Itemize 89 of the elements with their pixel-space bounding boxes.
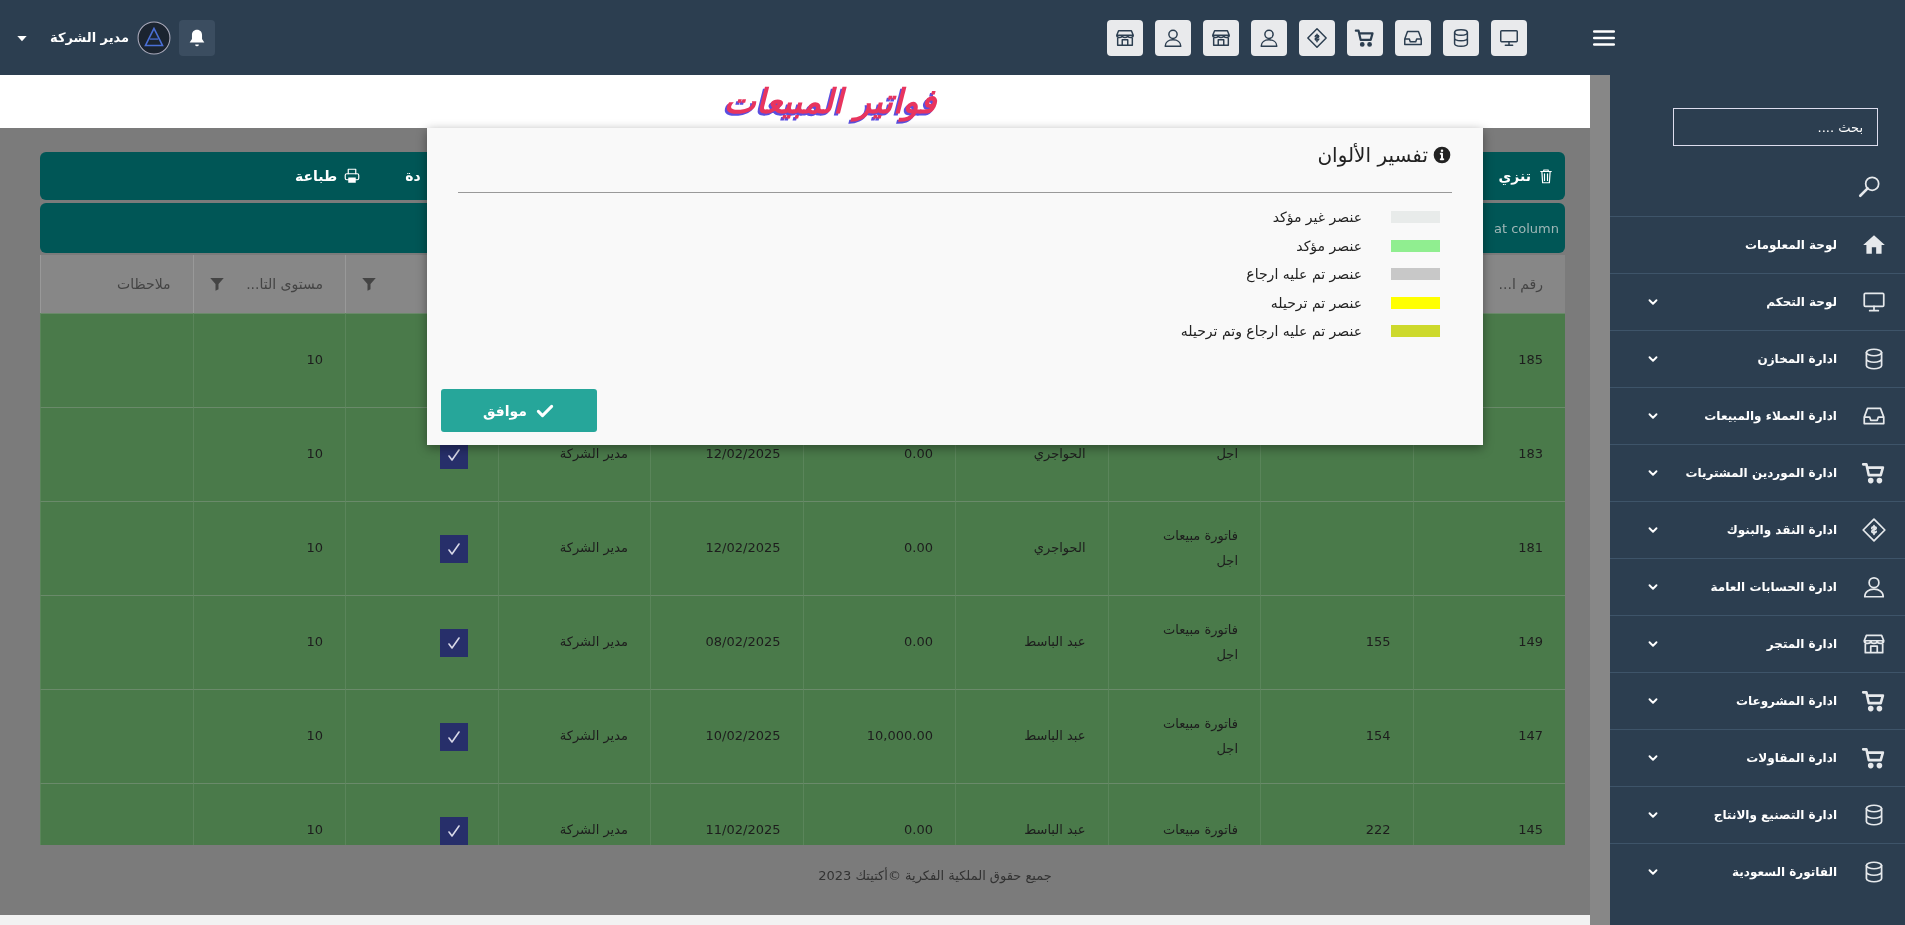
table-cell: مدير الشركة <box>497 689 650 783</box>
shortcut-button[interactable] <box>1251 19 1287 56</box>
legend-label: عنصر غير مؤكد <box>1272 209 1362 226</box>
table-cell: فاتورة مبيعات اجل <box>1107 501 1260 595</box>
table-cell: 0.00 <box>802 501 955 595</box>
user-name[interactable]: مدير الشركة <box>50 30 130 45</box>
shortcut-button[interactable] <box>1107 19 1143 56</box>
table-cell: عبد الباسط <box>955 783 1108 845</box>
table-cell: 10 <box>192 783 345 845</box>
search-field[interactable]: بحث .... <box>1673 108 1878 146</box>
dialog-title: تفسير الألوان <box>1317 143 1428 167</box>
table-cell: عبد الباسط <box>955 595 1108 689</box>
checkbox[interactable] <box>439 534 468 563</box>
filter-icon[interactable] <box>360 275 378 293</box>
copyright-text: جميع حقوق الملكية الفكرية ©أكتيتك 2023 <box>818 867 1052 883</box>
store-icon <box>1861 631 1887 657</box>
shortcut-button[interactable] <box>1347 19 1383 56</box>
table-cell: 11/02/2025 <box>650 783 803 845</box>
trash-icon <box>1537 167 1555 185</box>
grid-toolbar-text: at column <box>1493 220 1559 236</box>
table-cell: 08/02/2025 <box>650 595 803 689</box>
shortcut-button[interactable] <box>1155 19 1191 56</box>
table-cell: 222 <box>1260 783 1413 845</box>
table-cell: 155 <box>1260 595 1413 689</box>
shortcut-button[interactable] <box>1299 19 1335 56</box>
legend-label: عنصر تم عليه ارجاع وتم ترحيله <box>1180 323 1362 340</box>
table-cell: 147 <box>1412 689 1565 783</box>
shortcut-button[interactable] <box>1491 19 1527 56</box>
table-cell: مدير الشركة <box>497 783 650 845</box>
scrollbar[interactable] <box>1590 75 1610 925</box>
table-cell: فاتورة مبيعات اجل <box>1107 595 1260 689</box>
table-cell: مدير الشركة <box>497 595 650 689</box>
sidebar-item-label[interactable]: ادارة التصنيع والانتاج <box>1713 808 1837 822</box>
table-cell: 12/02/2025 <box>650 501 803 595</box>
sidebar-item-label[interactable]: ادارة العملاء والمبيعات <box>1704 409 1837 423</box>
sidebar-item-label[interactable]: ادارة المشروعات <box>1735 694 1837 708</box>
checkbox[interactable] <box>439 628 468 657</box>
info-icon <box>1432 145 1452 165</box>
page-title: فواتير المبيعات <box>723 81 937 122</box>
download-button[interactable]: تنزي <box>1498 167 1555 185</box>
table-cell: 10 <box>192 407 345 501</box>
table-cell: 145 <box>1412 783 1565 845</box>
cart-icon <box>1861 460 1887 486</box>
table-cell: 0.00 <box>802 595 955 689</box>
sidebar-item[interactable]: لوحة المعلومات <box>1610 216 1905 273</box>
legend-label: عنصر تم ترحيله <box>1270 294 1362 311</box>
toolbar-button[interactable]: دة <box>405 168 421 184</box>
banknote-icon <box>1861 517 1887 543</box>
avatar-icon[interactable] <box>137 20 172 55</box>
user-icon <box>1861 574 1887 600</box>
checkbox[interactable] <box>439 816 468 845</box>
table-cell: 154 <box>1260 689 1413 783</box>
table-cell: 10 <box>192 501 345 595</box>
banknote-icon <box>1306 26 1328 49</box>
notifications-button[interactable] <box>179 19 216 56</box>
legend-label: عنصر تم عليه ارجاع <box>1246 266 1362 283</box>
sidebar-item-label[interactable]: الفاتورة السعودية <box>1731 865 1837 879</box>
table-cell: 0.00 <box>802 783 955 845</box>
table-cell: 10,000.00 <box>802 689 955 783</box>
table-cell: فاتورة مبيعات اجل <box>1107 689 1260 783</box>
table-cell: الحواجري <box>955 501 1108 595</box>
sidebar-item-label[interactable]: ادارة الموردين المشتريات <box>1685 466 1837 480</box>
shortcut-button[interactable] <box>1395 19 1431 56</box>
table-cell: 10/02/2025 <box>650 689 803 783</box>
table-cell: مدير الشركة <box>497 501 650 595</box>
table-cell: 10 <box>192 313 345 407</box>
sidebar-item-label[interactable]: ادارة المقاولات <box>1746 751 1837 765</box>
sidebar-item[interactable]: ادارة المتجر <box>1610 615 1905 672</box>
printer-icon <box>343 167 362 185</box>
sidebar-item-label[interactable]: ادارة النقد والبنوك <box>1726 523 1837 537</box>
toolbar-button[interactable]: طباعة <box>295 167 362 185</box>
table-cell: عبد الباسط <box>955 689 1108 783</box>
checkbox[interactable] <box>439 722 468 751</box>
table-cell: فاتورة مبيعات <box>1107 783 1260 845</box>
monitor-icon <box>1861 289 1887 315</box>
sidebar-item-label[interactable]: ادارة المتجر <box>1766 637 1837 651</box>
sidebar-item-label[interactable]: لوحة التحكم <box>1766 295 1837 309</box>
table-cell: 181 <box>1412 501 1565 595</box>
table-cell: 10 <box>192 595 345 689</box>
sidebar-item-label[interactable]: لوحة المعلومات <box>1745 238 1837 252</box>
legend-label: عنصر مؤكد <box>1296 237 1362 254</box>
table-cell: 10 <box>192 689 345 783</box>
shortcut-button[interactable] <box>1443 19 1479 56</box>
table-cell: 149 <box>1412 595 1565 689</box>
cart-icon <box>1861 745 1887 771</box>
shortcut-button[interactable] <box>1203 19 1239 56</box>
cart-icon <box>1861 688 1887 714</box>
sidebar-item-label[interactable]: ادارة المخازن <box>1757 352 1837 366</box>
sidebar-item-label[interactable]: ادارة الحسابات العامة <box>1710 580 1837 594</box>
